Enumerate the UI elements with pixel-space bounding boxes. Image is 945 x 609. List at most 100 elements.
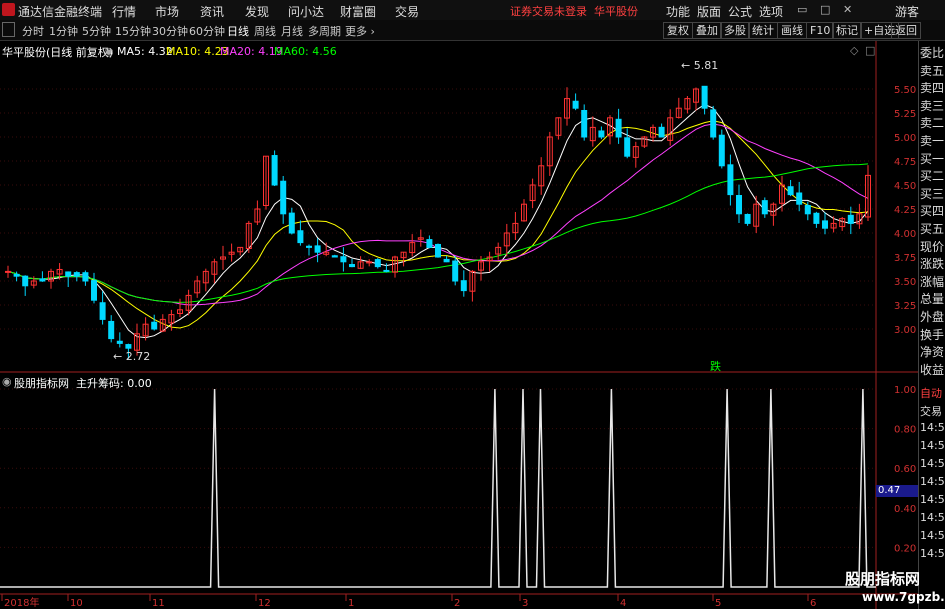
- multi-stock-button[interactable]: 多股: [720, 22, 750, 39]
- minimize-icon[interactable]: ▭: [797, 3, 807, 16]
- f10-button[interactable]: F10: [806, 22, 835, 39]
- quote-label-17: 净资: [920, 345, 945, 360]
- draw-line-button[interactable]: 画线: [777, 22, 807, 39]
- menu-discover[interactable]: 发现: [245, 3, 269, 20]
- menu-formula[interactable]: 公式: [728, 3, 752, 20]
- menu-layout[interactable]: 版面: [697, 3, 721, 20]
- quote-label-16: 换手: [920, 327, 945, 342]
- candle-body: [658, 126, 665, 138]
- quote-label-10: 买五: [920, 222, 945, 236]
- x-tick-label: 1: [348, 598, 354, 609]
- tick-time-9: 14:56: [920, 547, 945, 560]
- app-logo-icon: [2, 3, 15, 16]
- tab-5min[interactable]: 5分钟: [82, 23, 111, 39]
- low-annotation: ← 2.72: [113, 350, 151, 363]
- y-tick-label: 4.25: [894, 205, 916, 216]
- sidebar-toggle-icon[interactable]: [2, 22, 15, 37]
- signal-label: 跌: [710, 360, 721, 373]
- menu-hangqing[interactable]: 行情: [112, 3, 136, 20]
- tab-monthly[interactable]: 月线: [281, 23, 303, 39]
- y-tick-label: 4.75: [894, 157, 916, 168]
- tab-fenshi[interactable]: 分时: [22, 23, 44, 39]
- y-tick-label: 5.50: [894, 85, 916, 96]
- quote-label-9: 买四: [920, 204, 945, 219]
- candle-body: [822, 220, 828, 229]
- tab-1min[interactable]: 1分钟: [49, 23, 78, 39]
- menu-ask[interactable]: 问小达: [288, 3, 324, 20]
- tab-daily[interactable]: 日线: [227, 23, 249, 39]
- candle-body: [288, 212, 295, 234]
- candle-body: [331, 255, 338, 258]
- menu-options[interactable]: 选项: [759, 3, 783, 20]
- quote-label-0: 委比: [920, 46, 945, 60]
- candle-body: [280, 180, 287, 215]
- auto-trade-label-0[interactable]: 自动: [920, 385, 942, 401]
- y-tick-label: 0.60: [894, 464, 916, 475]
- x-tick-label: 5: [715, 598, 721, 609]
- tab-more[interactable]: 更多 ›: [345, 23, 375, 39]
- tick-time-8: 14:56: [920, 529, 945, 542]
- candle-body: [710, 109, 717, 138]
- candle-body: [91, 280, 97, 301]
- chart-title: 华平股份(日线 前复权): [2, 46, 114, 59]
- auto-trade-label-1: 交易: [920, 405, 942, 418]
- overlay-button[interactable]: 叠加: [692, 22, 722, 39]
- tab-60min[interactable]: 60分钟: [189, 23, 225, 39]
- candle-body: [443, 258, 450, 263]
- mark-button[interactable]: 标记: [832, 22, 862, 39]
- candle-body: [847, 214, 854, 224]
- candle-body: [426, 239, 433, 248]
- candle-body: [271, 155, 278, 186]
- candle-body: [297, 230, 304, 244]
- login-notice[interactable]: 证券交易未登录 华平股份: [510, 3, 638, 19]
- ma60-label: MA60: 4.56: [274, 45, 337, 58]
- menu-function[interactable]: 功能: [666, 3, 690, 20]
- tick-time-5: 14:56: [920, 475, 945, 488]
- fuquan-button[interactable]: 复权: [663, 22, 693, 39]
- x-tick-label: 12: [258, 598, 271, 609]
- x-tick-label: 2: [454, 598, 460, 609]
- candle-body: [13, 273, 20, 277]
- indicator-title: 股朋指标网 主升筹码: 0.00: [14, 377, 152, 390]
- quote-label-1: 卖五: [920, 63, 945, 78]
- quote-label-11: 现价: [920, 239, 945, 254]
- ma5-label: MA5: 4.32: [117, 45, 173, 58]
- tab-30min[interactable]: 30分钟: [152, 23, 188, 39]
- y-tick-label: 4.00: [894, 229, 916, 240]
- tab-15min[interactable]: 15分钟: [115, 23, 151, 39]
- candle-body: [744, 213, 751, 224]
- maximize-icon[interactable]: □: [820, 3, 830, 16]
- candle-body: [151, 321, 158, 330]
- x-tick-label: 6: [810, 598, 816, 609]
- y-tick-label: 0.40: [894, 504, 916, 515]
- candle-body: [624, 137, 631, 157]
- candle-body: [125, 344, 132, 349]
- tab-multi-period[interactable]: 多周期: [308, 23, 341, 39]
- menu-news[interactable]: 资讯: [200, 3, 224, 20]
- tick-time-3: 14:56: [920, 439, 945, 452]
- diamond-icon[interactable]: ◇: [850, 44, 858, 57]
- back-button[interactable]: 返回: [891, 22, 921, 39]
- settings-icon[interactable]: ◉: [104, 45, 114, 58]
- close-icon[interactable]: ✕: [843, 3, 852, 16]
- candle-body: [572, 100, 579, 109]
- quote-label-6: 买一: [920, 151, 945, 166]
- tick-time-7: 14:56: [920, 511, 945, 524]
- guest-label[interactable]: 游客: [895, 3, 919, 20]
- menu-forum[interactable]: 财富圈: [340, 3, 376, 20]
- tab-weekly[interactable]: 周线: [254, 23, 276, 39]
- tick-time-2: 14:56: [920, 421, 945, 434]
- quote-label-8: 买三: [920, 186, 945, 201]
- quote-label-3: 卖三: [920, 98, 945, 113]
- menu-trade[interactable]: 交易: [395, 3, 419, 20]
- menu-market[interactable]: 市场: [155, 3, 179, 20]
- stats-button[interactable]: 统计: [748, 22, 778, 39]
- y-tick-label: 5.00: [894, 133, 916, 144]
- collapse-icon[interactable]: □: [865, 44, 875, 57]
- candle-body: [435, 243, 441, 258]
- kline-chart[interactable]: 5.50 5.25 5.00 4.75 4.50 4.25 4.00 3.75 3.50 3.25…: [0, 41, 918, 609]
- candle-body: [701, 85, 708, 109]
- indicator-settings-icon[interactable]: ◉: [2, 375, 12, 388]
- candle-body: [39, 278, 46, 282]
- candle-body: [718, 134, 725, 167]
